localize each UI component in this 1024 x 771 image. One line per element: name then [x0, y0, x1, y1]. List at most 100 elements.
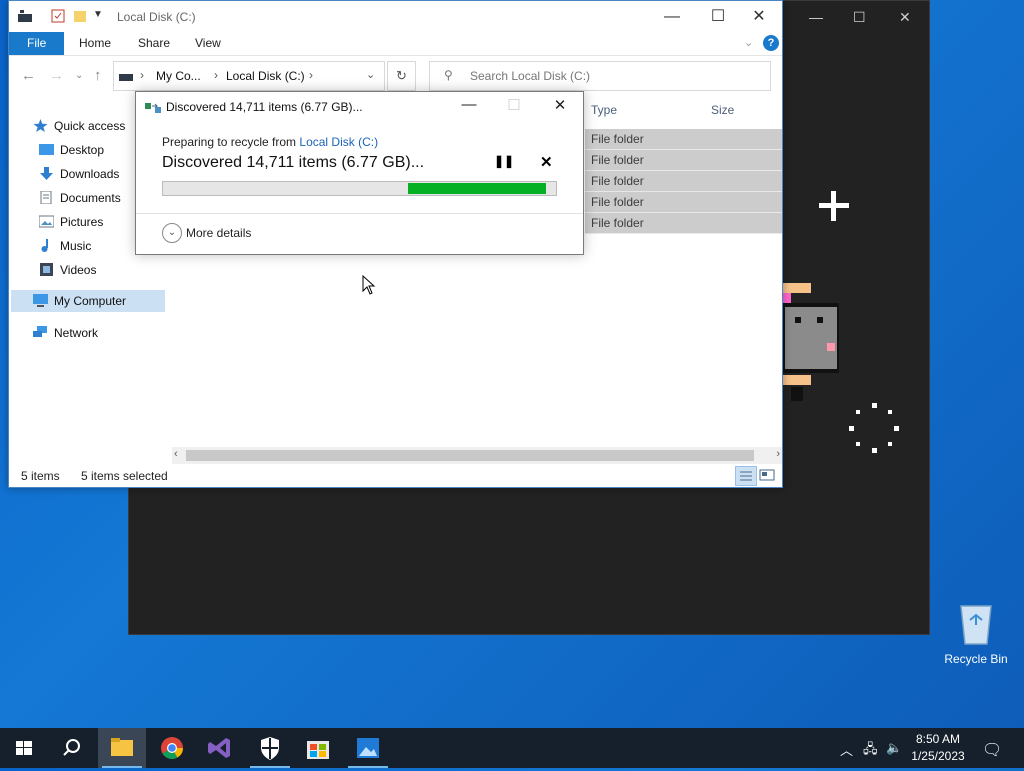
breadcrumb-my-computer[interactable]: My Co...: [156, 69, 201, 83]
chevron-down-icon[interactable]: ▼: [93, 9, 107, 23]
dialog-close-button[interactable]: ✕: [540, 96, 580, 114]
chrome-icon: [161, 737, 183, 759]
tab-share[interactable]: Share: [126, 32, 182, 55]
close-button[interactable]: ✕: [736, 1, 782, 32]
visual-studio-icon: [208, 738, 230, 758]
table-row[interactable]: File folder: [585, 129, 782, 150]
title-bar[interactable]: ▼ Local Disk (C:) — ☐ ✕: [9, 1, 782, 32]
preparing-text: Preparing to recycle from: [162, 135, 300, 149]
bg-minimize-button[interactable]: —: [809, 9, 823, 25]
minimize-button[interactable]: —: [649, 1, 695, 32]
ribbon-expand-icon[interactable]: ⌄: [744, 36, 753, 49]
nav-downloads[interactable]: Downloads: [39, 163, 119, 185]
tab-home[interactable]: Home: [67, 32, 123, 55]
dialog-title: Discovered 14,711 items (6.77 GB)...: [166, 100, 363, 114]
properties-icon[interactable]: [51, 9, 65, 23]
dialog-maximize-button[interactable]: ☐: [494, 96, 534, 114]
item-count: 5 items: [21, 469, 60, 483]
source-link[interactable]: Local Disk (C:): [299, 135, 378, 149]
recycle-progress-dialog[interactable]: Discovered 14,711 items (6.77 GB)... — ☐…: [135, 91, 584, 255]
tab-file[interactable]: File: [9, 32, 65, 55]
clock[interactable]: 8:50 AM 1/25/2023: [900, 731, 976, 765]
taskbar-visual-studio[interactable]: [196, 728, 244, 768]
row-type: File folder: [591, 132, 644, 146]
nav-videos[interactable]: Videos: [39, 259, 96, 281]
discovered-status: Discovered 14,711 items (6.77 GB)...: [162, 154, 425, 171]
horizontal-scrollbar[interactable]: ‹ ›: [172, 447, 782, 464]
document-icon: [39, 189, 54, 205]
taskbar-photos[interactable]: [344, 728, 392, 768]
taskbar-security[interactable]: [246, 728, 294, 768]
tab-view[interactable]: View: [183, 32, 233, 55]
refresh-button[interactable]: ↻: [387, 61, 416, 91]
address-bar[interactable]: › My Co... › Local Disk (C:) › ⌄: [113, 61, 385, 91]
notification-icon[interactable]: 🗨: [982, 740, 1002, 760]
search-input[interactable]: ⚲ Search Local Disk (C:): [429, 61, 771, 91]
table-row[interactable]: File folder: [585, 213, 782, 234]
cancel-button[interactable]: ✕: [540, 153, 553, 171]
up-arrow-icon[interactable]: ↑: [94, 67, 102, 84]
nav-label: Pictures: [60, 215, 104, 229]
nav-quick-access[interactable]: Quick access: [33, 115, 125, 137]
explorer-app-icon: [17, 9, 32, 23]
breadcrumb-separator-icon: ›: [140, 68, 144, 82]
nav-network[interactable]: Network: [33, 322, 98, 344]
scroll-left-icon[interactable]: ‹: [174, 448, 178, 460]
details-view-icon[interactable]: [735, 466, 757, 486]
taskbar-file-explorer[interactable]: [98, 728, 146, 768]
column-header-type[interactable]: Type: [591, 103, 617, 117]
mouse-cursor-icon: [362, 275, 376, 295]
row-type: File folder: [591, 153, 644, 167]
recycle-bin-icon: [957, 602, 995, 646]
maximize-button[interactable]: ☐: [695, 1, 741, 32]
pause-button[interactable]: ❚❚: [494, 154, 514, 170]
taskbar-chrome[interactable]: [148, 728, 196, 768]
nav-pictures[interactable]: Pictures: [38, 211, 104, 233]
nav-my-computer[interactable]: My Computer: [11, 290, 165, 312]
breadcrumb-local-disk[interactable]: Local Disk (C:): [226, 69, 305, 83]
nav-documents[interactable]: Documents: [39, 187, 121, 209]
large-icons-view-icon[interactable]: [759, 468, 775, 485]
start-button[interactable]: [0, 728, 48, 768]
new-folder-icon[interactable]: [73, 9, 87, 23]
search-icon: [63, 739, 80, 756]
back-arrow-icon[interactable]: ←: [21, 67, 36, 84]
film-icon: [39, 261, 54, 276]
nyan-cat-icon: [781, 283, 839, 401]
network-tray-icon[interactable]: 🖧: [863, 740, 878, 762]
recent-locations-icon[interactable]: ⌄: [75, 70, 83, 81]
nav-music[interactable]: Music: [39, 235, 91, 257]
address-dropdown-icon[interactable]: ⌄: [366, 68, 375, 81]
search-button[interactable]: [48, 728, 96, 768]
progress-fill: [408, 183, 546, 194]
store-icon: [307, 741, 329, 759]
clock-time: 8:50 AM: [915, 732, 961, 746]
table-row[interactable]: File folder: [585, 171, 782, 192]
table-row[interactable]: File folder: [585, 150, 782, 171]
forward-arrow-icon[interactable]: →: [49, 67, 64, 84]
folder-icon: [111, 738, 133, 756]
table-row[interactable]: File folder: [585, 192, 782, 213]
selected-count: 5 items selected: [81, 469, 168, 483]
nav-label: Quick access: [54, 119, 126, 133]
nav-desktop[interactable]: Desktop: [39, 139, 104, 161]
status-bar: 5 items 5 items selected: [9, 465, 782, 487]
show-hidden-icons-icon[interactable]: ︿: [840, 740, 853, 759]
star-icon: [33, 117, 48, 132]
computer-small-icon: [118, 70, 134, 85]
bg-maximize-button[interactable]: ☐: [853, 9, 866, 26]
nav-label: Documents: [60, 191, 121, 205]
recycle-bin-shortcut[interactable]: Recycle Bin: [940, 600, 1012, 666]
help-icon[interactable]: ?: [763, 35, 779, 51]
row-type: File folder: [591, 216, 644, 230]
column-header-size[interactable]: Size: [711, 103, 734, 117]
photos-icon: [357, 738, 379, 758]
dialog-divider: [136, 213, 583, 214]
bg-close-button[interactable]: ✕: [899, 9, 911, 26]
taskbar-store[interactable]: [294, 728, 342, 768]
progress-bar: [162, 181, 557, 196]
dialog-minimize-button[interactable]: —: [449, 96, 489, 113]
scrollbar-thumb[interactable]: [186, 450, 754, 461]
scroll-right-icon[interactable]: ›: [776, 448, 780, 460]
more-details-label: More details: [186, 226, 252, 240]
